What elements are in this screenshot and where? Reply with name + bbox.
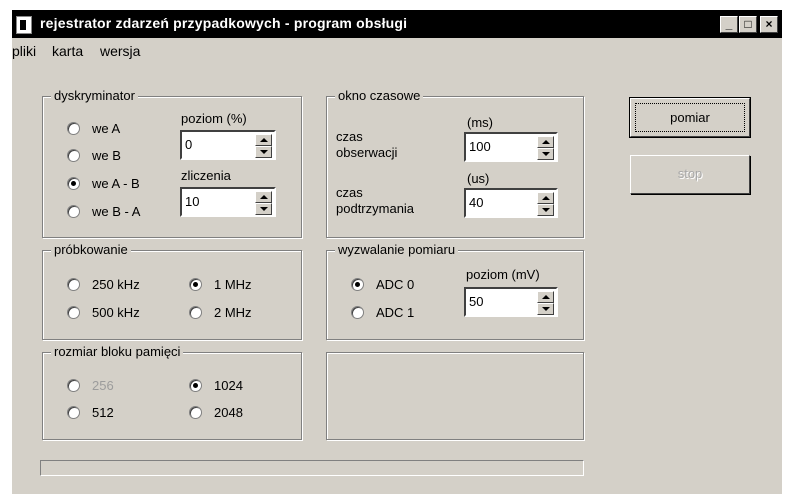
- radio-2048[interactable]: 2048: [189, 405, 243, 420]
- title-bar: rejestrator zdarzeń przypadkowych - prog…: [12, 10, 782, 38]
- maximize-button[interactable]: □: [739, 16, 757, 33]
- empty-panel: [326, 352, 584, 440]
- radio-dot: [67, 406, 80, 419]
- czas-podtrzymania-stepper[interactable]: 40: [464, 188, 558, 218]
- app-icon: [16, 16, 32, 34]
- radio-dot: [189, 406, 202, 419]
- radio-we-b[interactable]: we B: [67, 148, 121, 163]
- radio-1024[interactable]: 1024: [189, 378, 243, 393]
- radio-500khz[interactable]: 500 kHz: [67, 305, 140, 320]
- radio-dot: [67, 122, 80, 135]
- menu-pliki[interactable]: pliki: [12, 43, 36, 59]
- group-dyskryminator: dyskryminator we A we B we A - B we B - …: [42, 88, 302, 238]
- radio-label: we B - A: [92, 204, 141, 219]
- poziom-mv-label: poziom (mV): [466, 267, 540, 282]
- ms-unit-label: (ms): [467, 115, 493, 130]
- progress-bar: [40, 460, 584, 476]
- stepper-down-arrow[interactable]: [537, 204, 554, 216]
- radio-2mhz[interactable]: 2 MHz: [189, 305, 252, 320]
- radio-we-b-a[interactable]: we B - A: [67, 204, 140, 219]
- us-unit-label: (us): [467, 171, 490, 186]
- radio-label: we A - B: [92, 176, 140, 191]
- radio-dot: [67, 278, 80, 291]
- radio-dot-selected: [189, 278, 202, 291]
- radio-adc1[interactable]: ADC 1: [351, 305, 414, 320]
- radio-dot: [67, 149, 80, 162]
- stepper-value: 100: [469, 139, 491, 154]
- radio-label: ADC 0: [376, 277, 415, 292]
- minimize-button[interactable]: _: [720, 16, 738, 33]
- zliczenia-label: zliczenia: [181, 168, 231, 183]
- radio-label: 2 MHz: [214, 305, 252, 320]
- focus-rect: pomiar: [635, 103, 745, 132]
- radio-label: 1 MHz: [214, 277, 252, 292]
- radio-dot: [67, 379, 80, 392]
- window-title: rejestrator zdarzeń przypadkowych - prog…: [40, 15, 408, 31]
- menu-karta[interactable]: karta: [52, 43, 83, 59]
- radio-dot-selected: [351, 278, 364, 291]
- radio-dot: [351, 306, 364, 319]
- group-legend: próbkowanie: [51, 242, 131, 257]
- radio-label: 500 kHz: [92, 305, 140, 320]
- stepper-value: 0: [185, 137, 193, 152]
- radio-we-a-b[interactable]: we A - B: [67, 176, 140, 191]
- app-window: rejestrator zdarzeń przypadkowych - prog…: [12, 10, 782, 494]
- radio-we-a[interactable]: we A: [67, 121, 120, 136]
- menu-wersja[interactable]: wersja: [100, 43, 140, 59]
- czas-podtrzymania-label: czas podtrzymania: [336, 185, 415, 216]
- stepper-down-arrow[interactable]: [537, 148, 554, 160]
- radio-256[interactable]: 256: [67, 378, 114, 393]
- poziom-label: poziom (%): [181, 111, 247, 126]
- group-legend: okno czasowe: [335, 88, 424, 103]
- group-probkowanie: próbkowanie 250 kHz 1 MHz 500 kHz 2 MHz: [42, 242, 302, 340]
- stepper-up-arrow[interactable]: [255, 191, 272, 203]
- radio-250khz[interactable]: 250 kHz: [67, 277, 140, 292]
- radio-dot: [67, 205, 80, 218]
- radio-dot-selected: [67, 177, 80, 190]
- poziom-mv-stepper[interactable]: 50: [464, 287, 558, 317]
- radio-label: 1024: [214, 378, 243, 393]
- stepper-value: 10: [185, 194, 200, 209]
- radio-label: we A: [92, 121, 121, 136]
- radio-1mhz[interactable]: 1 MHz: [189, 277, 252, 292]
- stepper-down-arrow[interactable]: [255, 146, 272, 158]
- group-legend: wyzwalanie pomiaru: [335, 242, 459, 257]
- group-legend: rozmiar bloku pamięci: [51, 344, 184, 359]
- menu-bar: pliki karta wersja: [12, 40, 782, 62]
- group-okno-czasowe: okno czasowe czas obserwacji (ms) 100 cz…: [326, 88, 584, 238]
- radio-dot: [67, 306, 80, 319]
- stepper-down-arrow[interactable]: [255, 203, 272, 215]
- poziom-stepper[interactable]: 0: [180, 130, 276, 160]
- stepper-value: 40: [469, 195, 484, 210]
- radio-512[interactable]: 512: [67, 405, 114, 420]
- radio-dot-selected: [189, 379, 202, 392]
- radio-label: 250 kHz: [92, 277, 140, 292]
- czas-obserwacji-label: czas obserwacji: [336, 129, 398, 160]
- group-legend: dyskryminator: [51, 88, 138, 103]
- radio-label: ADC 1: [376, 305, 415, 320]
- radio-label: we B: [92, 148, 121, 163]
- radio-dot: [189, 306, 202, 319]
- zliczenia-stepper[interactable]: 10: [180, 187, 276, 217]
- stepper-up-arrow[interactable]: [537, 291, 554, 303]
- radio-label: 2048: [214, 405, 243, 420]
- stepper-down-arrow[interactable]: [537, 303, 554, 315]
- stepper-up-arrow[interactable]: [537, 192, 554, 204]
- stop-button[interactable]: stop: [630, 155, 750, 194]
- czas-obserwacji-stepper[interactable]: 100: [464, 132, 558, 162]
- close-button[interactable]: ×: [760, 16, 778, 33]
- stepper-up-arrow[interactable]: [537, 136, 554, 148]
- radio-label: 512: [92, 405, 114, 420]
- group-wyzwalanie: wyzwalanie pomiaru ADC 0 ADC 1 poziom (m…: [326, 242, 584, 340]
- group-rozmiar-bloku: rozmiar bloku pamięci 256 1024 512 2048: [42, 344, 302, 440]
- stepper-value: 50: [469, 294, 484, 309]
- radio-label: 256: [92, 378, 114, 393]
- radio-adc0[interactable]: ADC 0: [351, 277, 414, 292]
- stepper-up-arrow[interactable]: [255, 134, 272, 146]
- pomiar-button[interactable]: pomiar: [629, 97, 751, 138]
